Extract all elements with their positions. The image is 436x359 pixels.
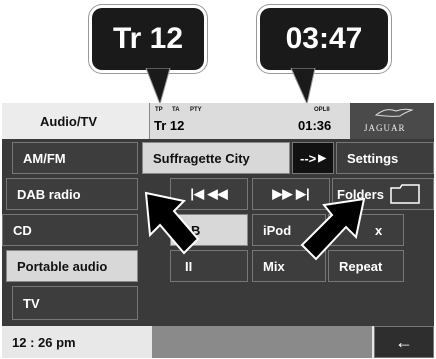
back-button[interactable]: ← <box>374 326 434 358</box>
track-callout: Tr 12 <box>92 8 204 70</box>
brand-area: JAGUAR <box>350 103 434 139</box>
clock-area: 12 : 26 pm <box>2 326 152 358</box>
header-time: 01:36 <box>298 118 332 133</box>
flag-pty: PTY <box>190 107 202 113</box>
brand-name: JAGUAR <box>364 123 406 133</box>
jaguar-logo-icon <box>374 108 414 117</box>
header-track: Tr 12 <box>154 118 185 133</box>
flag-tp: TP <box>155 107 163 113</box>
status-middle <box>152 326 372 358</box>
play-arrow-icon: ▶ <box>318 152 326 164</box>
scroll-title-button[interactable]: --> ▶ <box>292 142 334 174</box>
sidebar-item-cd[interactable]: CD <box>2 214 138 246</box>
time-callout: 03:47 <box>260 8 388 70</box>
settings-button[interactable]: Settings <box>336 142 434 174</box>
infotainment-screen: Audio/TV TP TA PTY Tr 12 OPLII 01:36 JAG… <box>2 103 434 358</box>
header-info: TP TA PTY Tr 12 OPLII 01:36 <box>150 103 350 139</box>
header-mode: OPLII <box>314 107 330 113</box>
folder-icon <box>390 184 420 204</box>
sidebar-item-am-fm[interactable]: AM/FM <box>12 142 138 174</box>
pointer-arrow-left-icon <box>144 191 200 255</box>
sidebar-item-tv[interactable]: TV <box>12 286 138 320</box>
pointer-arrow-right-icon <box>300 197 366 261</box>
sidebar-item-portable-audio[interactable]: Portable audio <box>6 250 138 282</box>
sidebar-item-dab-radio[interactable]: DAB radio <box>6 178 138 210</box>
tab-audio-tv[interactable]: Audio/TV <box>2 103 150 139</box>
flag-ta: TA <box>172 107 180 113</box>
clock: 12 : 26 pm <box>12 335 76 350</box>
back-arrow-icon: ← <box>395 331 413 352</box>
song-title: Suffragette City <box>142 142 290 174</box>
scroll-arrow-label: --> <box>300 150 317 166</box>
